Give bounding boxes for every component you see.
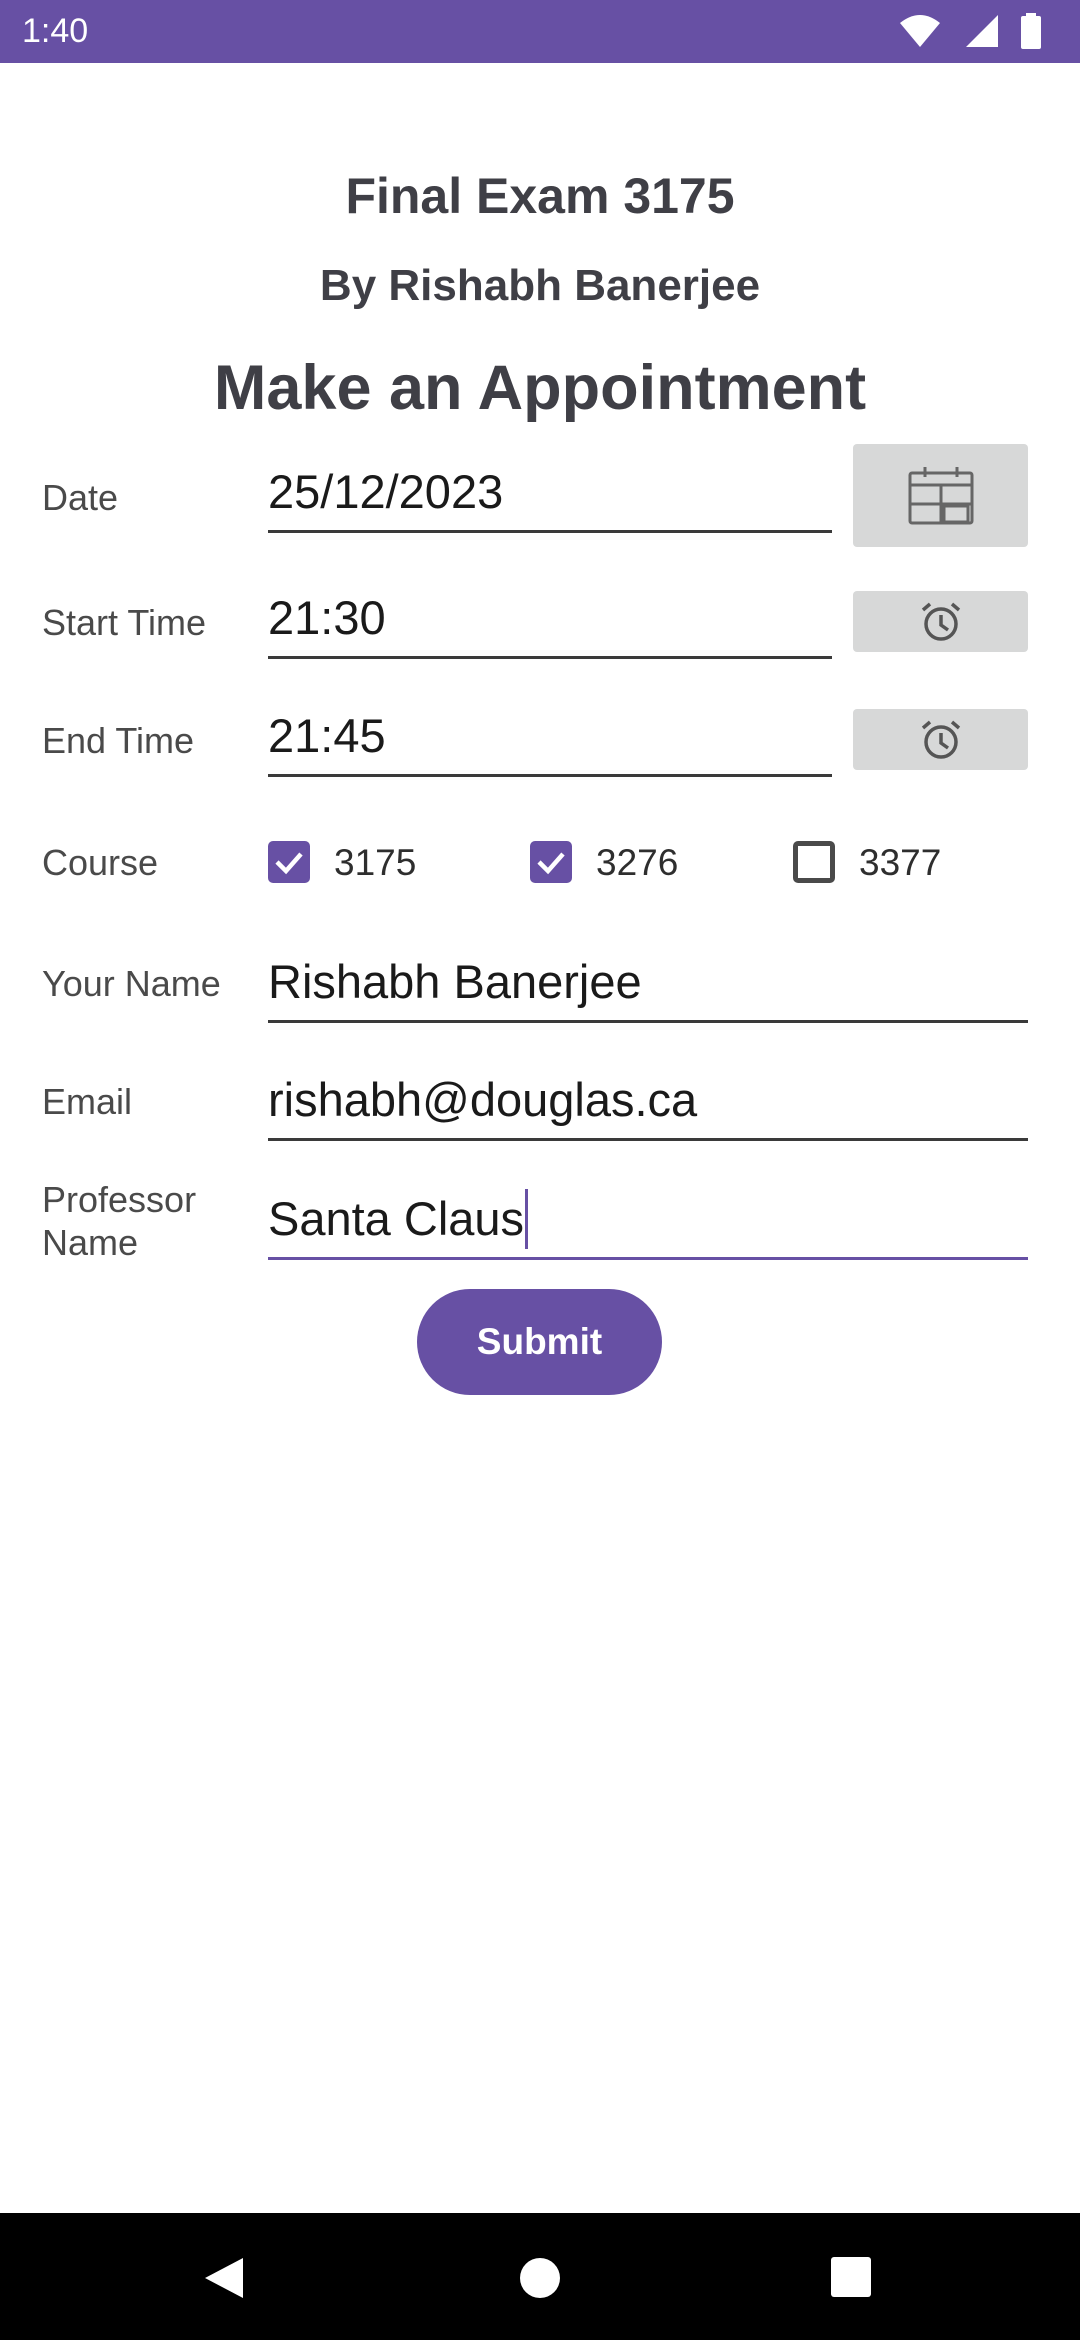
course-3175-label: 3175 [334, 842, 417, 883]
alarm-clock-icon [921, 602, 960, 641]
course-3377-label: 3377 [859, 842, 942, 883]
author-line: By Rishabh Banerjee [319, 261, 761, 310]
course-3276-checkbox[interactable] [530, 841, 572, 883]
date-picker-button[interactable] [853, 444, 1028, 547]
end-time-value: 21:45 [268, 709, 386, 762]
start-time-label: Start Time [42, 602, 207, 643]
course-3175-checkbox[interactable] [268, 841, 310, 883]
date-value: 25/12/2023 [268, 465, 504, 518]
professor-name-label-line1: Professor [42, 1179, 197, 1220]
course-3276-label: 3276 [596, 842, 679, 883]
course-3377-checkbox[interactable] [793, 841, 835, 883]
your-name-field[interactable]: Rishabh Banerjee [268, 950, 1028, 1023]
date-field[interactable]: 25/12/2023 [268, 460, 832, 533]
professor-name-field[interactable]: Santa Claus [268, 1187, 1028, 1260]
back-icon[interactable] [203, 2256, 245, 2300]
start-time-picker-button[interactable] [853, 591, 1028, 652]
date-label: Date [42, 477, 119, 518]
start-time-field[interactable]: 21:30 [268, 586, 832, 659]
email-field[interactable]: rishabh@douglas.ca [268, 1068, 1028, 1141]
status-bar: 1:40 [0, 0, 1080, 63]
wifi-icon [900, 15, 940, 47]
checkmark-icon [275, 852, 303, 875]
end-time-field[interactable]: 21:45 [268, 704, 832, 777]
your-name-label: Your Name [42, 963, 221, 1004]
signal-icon [966, 15, 998, 47]
submit-button[interactable]: Submit [417, 1289, 662, 1395]
checkmark-icon [537, 852, 565, 875]
start-time-value: 21:30 [268, 591, 386, 644]
course-label: Course [42, 842, 159, 883]
battery-icon [1021, 13, 1041, 49]
alarm-clock-icon [921, 720, 960, 759]
professor-name-value: Santa Claus [268, 1192, 525, 1245]
end-time-label: End Time [42, 720, 195, 761]
professor-name-label: Professor Name [42, 1178, 196, 1264]
calendar-icon [908, 466, 973, 524]
navigation-bar [0, 2213, 1080, 2340]
home-icon[interactable] [518, 2256, 562, 2300]
your-name-value: Rishabh Banerjee [268, 955, 642, 1008]
end-time-picker-button[interactable] [853, 709, 1028, 770]
email-value: rishabh@douglas.ca [268, 1073, 698, 1126]
text-cursor [525, 1189, 529, 1249]
page-title: Final Exam 3175 [345, 168, 735, 224]
status-time: 1:40 [22, 12, 89, 50]
email-label: Email [42, 1081, 133, 1122]
section-title: Make an Appointment [213, 353, 867, 423]
professor-name-label-line2: Name [42, 1222, 139, 1263]
recents-icon[interactable] [830, 2256, 872, 2298]
